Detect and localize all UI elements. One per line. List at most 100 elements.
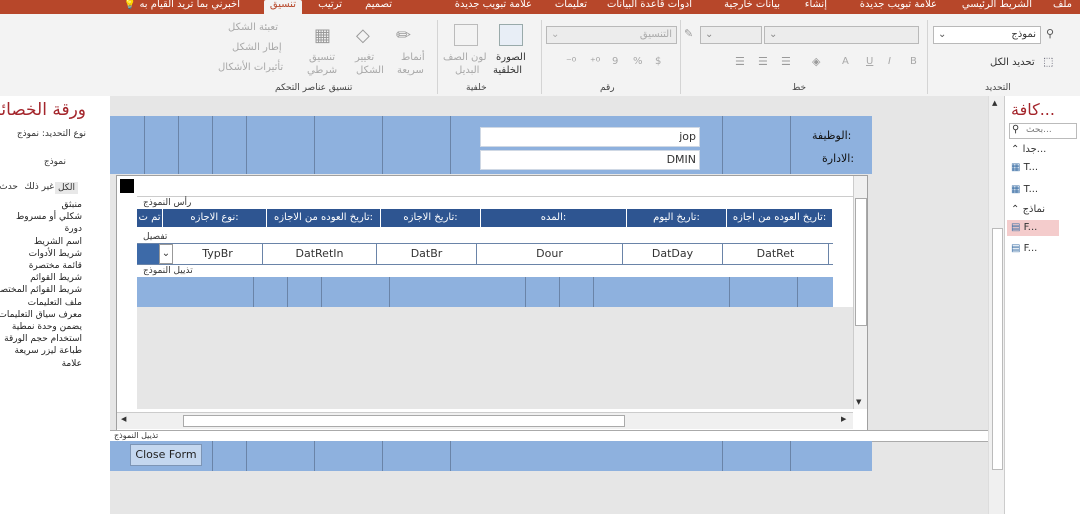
scroll-down-icon[interactable]: ▼ bbox=[856, 398, 861, 406]
tab-new-1[interactable]: علامة تبويب جديدة bbox=[860, 0, 937, 14]
object-selector-combo[interactable]: ⌄ نموذج bbox=[933, 26, 1041, 44]
tab-format[interactable]: تنسيق bbox=[263, 0, 302, 14]
decrease-decimal-icon[interactable]: ⁻⁰ bbox=[566, 55, 576, 68]
department-textbox[interactable]: DMIN bbox=[480, 150, 700, 170]
nav-search-box[interactable]: ⚲ بحث... bbox=[1009, 123, 1077, 139]
header-partial: تم ت bbox=[137, 209, 163, 227]
underline-button[interactable]: U bbox=[866, 56, 873, 67]
subform-horizontal-scrollbar[interactable]: ◀ ▶ bbox=[117, 412, 853, 429]
scroll-thumb[interactable] bbox=[992, 228, 1003, 470]
tab-external-data[interactable]: بيانات خارجية bbox=[724, 0, 780, 14]
comma-button[interactable]: 9 bbox=[612, 56, 618, 67]
percent-button[interactable]: % bbox=[633, 56, 643, 67]
align-center-icon[interactable]: ☰ bbox=[758, 55, 768, 68]
shape-effects-button[interactable]: تأثيرات الأشكال bbox=[218, 62, 283, 73]
number-format-combo[interactable]: ⌄ التنسيق bbox=[546, 26, 677, 44]
property-item[interactable]: دورة bbox=[65, 224, 82, 234]
property-item[interactable]: ملف التعليمات bbox=[28, 298, 82, 308]
shape-outline-button[interactable]: إطار الشكل bbox=[232, 42, 282, 53]
selection-group-label: التحديد bbox=[985, 83, 1011, 93]
nav-forms-header[interactable]: ⌃ نماذج bbox=[1011, 204, 1045, 215]
property-item[interactable]: شريط القوائم المختصرة bbox=[0, 285, 82, 295]
property-item[interactable]: معرف سياق التعليمات bbox=[0, 310, 82, 320]
field-datretin[interactable]: DatRetIn bbox=[263, 244, 377, 264]
quick-styles-icon[interactable]: ✏ bbox=[396, 25, 411, 46]
alternate-row-color-icon[interactable] bbox=[454, 24, 478, 46]
field-dour[interactable]: Dour bbox=[477, 244, 623, 264]
chevron-down-icon[interactable]: ⌄ bbox=[159, 244, 173, 264]
font-name-combo[interactable]: ⌄ bbox=[764, 26, 919, 44]
tab-home[interactable]: الشريط الرئيسي bbox=[962, 0, 1032, 14]
job-textbox[interactable]: jop bbox=[480, 127, 700, 147]
conditional-format-icon[interactable]: ▦ bbox=[314, 25, 331, 46]
background-image-icon[interactable] bbox=[499, 24, 523, 46]
bold-button[interactable]: B bbox=[910, 56, 917, 67]
shape-fill-button[interactable]: تعبئة الشكل bbox=[228, 22, 278, 33]
background-image-label-2: الخلفية bbox=[493, 65, 523, 76]
tell-me-box[interactable]: 💡 أخبرني بما تريد القيام به bbox=[124, 0, 240, 14]
hscroll-thumb[interactable] bbox=[183, 415, 625, 427]
property-item[interactable]: علامة bbox=[62, 359, 82, 369]
property-item[interactable]: شريط الأدوات bbox=[29, 249, 82, 259]
field-datbr[interactable]: DatBr bbox=[377, 244, 477, 264]
tab-create[interactable]: إنشاء bbox=[805, 0, 827, 14]
tab-event[interactable]: حدث bbox=[0, 182, 18, 192]
property-item[interactable]: طباعة ليزر سريعة bbox=[15, 346, 83, 356]
tab-help[interactable]: تعليمات bbox=[555, 0, 587, 14]
design-vertical-scrollbar[interactable]: ▲ bbox=[988, 96, 1005, 514]
property-item[interactable]: شكلي أو مسروط bbox=[16, 212, 82, 222]
fill-color-icon[interactable]: ◈ bbox=[812, 55, 820, 68]
scroll-left-icon[interactable]: ◀ bbox=[121, 415, 126, 423]
tab-all[interactable]: الكل bbox=[54, 182, 78, 194]
nav-table-1[interactable]: ▦ T... bbox=[1011, 162, 1038, 173]
property-item[interactable]: منبثق bbox=[62, 200, 82, 210]
select-all-button[interactable]: تحديد الكل bbox=[990, 57, 1035, 68]
currency-button[interactable]: $ bbox=[655, 56, 661, 67]
field-datret[interactable]: DatRet bbox=[723, 244, 829, 264]
italic-button[interactable]: I bbox=[888, 56, 891, 67]
subform-selector[interactable] bbox=[120, 179, 134, 193]
scroll-thumb[interactable] bbox=[855, 198, 867, 326]
header-duration: المده: bbox=[481, 209, 627, 227]
scroll-up-icon[interactable]: ▲ bbox=[992, 99, 997, 107]
increase-decimal-icon[interactable]: ⁺⁰ bbox=[590, 55, 600, 68]
property-item[interactable]: يضمن وحدة نمطية bbox=[12, 322, 82, 332]
font-size-combo[interactable]: ⌄ bbox=[700, 26, 762, 44]
nav-form-1[interactable]: ▤ F... bbox=[1011, 222, 1037, 233]
tab-design[interactable]: تصميم bbox=[365, 0, 392, 14]
close-form-button[interactable]: Close Form bbox=[130, 444, 202, 466]
property-item[interactable]: استخدام حجم الورقة bbox=[4, 334, 82, 344]
nav-form-2[interactable]: ▤ F... bbox=[1011, 243, 1037, 254]
subform-detail-row: ⌄ TypBr DatRetIn DatBr Dour DatDay DatRe… bbox=[137, 243, 833, 265]
subform-vertical-scrollbar[interactable]: ▼ bbox=[853, 176, 867, 409]
lightbulb-icon: 💡 bbox=[123, 0, 140, 10]
nav-title[interactable]: كافة... bbox=[1011, 100, 1055, 119]
property-item[interactable]: قائمة مختصرة bbox=[29, 261, 82, 271]
change-shape-icon[interactable]: ◇ bbox=[356, 25, 370, 46]
subform-footer-label: تذييل النموذج bbox=[143, 266, 193, 276]
subform-control[interactable]: رأس النموذج تاريخ العوده من اجازه: تاريخ… bbox=[116, 175, 868, 431]
nav-tables-header[interactable]: ⌃ جدا... bbox=[1011, 144, 1046, 155]
header-leave-date: تاريخ الاجازه: bbox=[381, 209, 481, 227]
tab-arrange[interactable]: ترتيب bbox=[318, 0, 342, 14]
conditional-format-label-1: تنسيق bbox=[309, 52, 336, 63]
tab-other[interactable]: غير ذلك bbox=[24, 182, 54, 192]
tab-database-tools[interactable]: أدوات قاعدة البيانات bbox=[607, 0, 692, 14]
field-typbr[interactable]: TypBr bbox=[173, 244, 263, 264]
format-painter-icon[interactable]: ✎ bbox=[684, 27, 693, 40]
font-color-button[interactable]: A bbox=[842, 56, 849, 67]
scroll-right-icon[interactable]: ▶ bbox=[841, 415, 846, 423]
separator bbox=[680, 20, 681, 94]
align-right-icon[interactable]: ☰ bbox=[735, 55, 745, 68]
nav-table-2[interactable]: ▦ T... bbox=[1011, 184, 1038, 195]
align-left-icon[interactable]: ☰ bbox=[781, 55, 791, 68]
tab-file[interactable]: ملف bbox=[1053, 0, 1072, 14]
field-datday[interactable]: DatDay bbox=[623, 244, 723, 264]
quick-styles-label-2: سريعة bbox=[397, 65, 424, 76]
subform-detail-label: تفصيل bbox=[143, 232, 168, 242]
tab-new-2[interactable]: علامة تبويب جديدة bbox=[455, 0, 532, 14]
property-sheet-icon[interactable]: ⚲ bbox=[1046, 27, 1054, 40]
combo-selected-cell[interactable] bbox=[137, 244, 159, 264]
property-item[interactable]: شريط القوائم bbox=[30, 273, 82, 283]
property-item[interactable]: اسم الشريط bbox=[34, 237, 82, 247]
